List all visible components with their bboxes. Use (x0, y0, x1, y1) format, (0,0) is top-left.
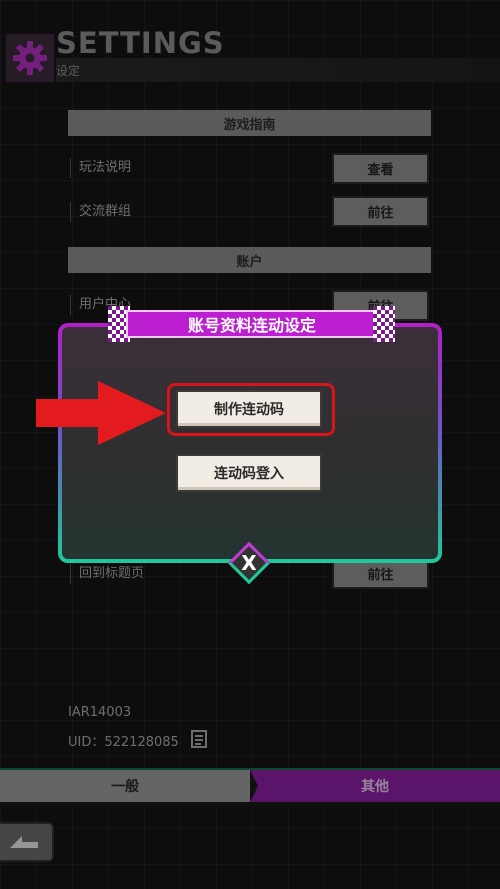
close-icon: X (241, 551, 257, 575)
modal-title-banner: 账号资料连动设定 (108, 306, 395, 342)
account-id-text: IAR14003 (68, 705, 132, 720)
uid-text: UID：522128085 (68, 735, 179, 750)
modal-title: 账号资料连动设定 (126, 310, 378, 338)
copy-icon[interactable] (190, 729, 208, 749)
section-header-account: 账户 (68, 247, 431, 273)
gear-icon (13, 41, 47, 75)
header-bar (50, 58, 500, 82)
highlight-outline (167, 383, 335, 436)
back-icon (10, 836, 38, 848)
close-modal-button[interactable]: X (227, 541, 271, 585)
tab-other[interactable]: 其他 (250, 770, 500, 802)
tab-general[interactable]: 一般 (0, 770, 250, 802)
view-howtoplay-button[interactable]: 查看 (332, 153, 429, 184)
row-label-return-title: 回到标题页 (70, 564, 144, 584)
section-header-guide: 游戏指南 (68, 110, 431, 136)
checker-decoration-right (373, 306, 395, 342)
goto-community-button[interactable]: 前往 (332, 196, 429, 227)
page-title: SETTINGS (56, 26, 225, 60)
settings-gear-icon (4, 32, 56, 84)
row-label-howtoplay: 玩法说明 (70, 158, 131, 178)
row-label-community: 交流群组 (70, 202, 131, 222)
back-button[interactable] (0, 822, 54, 862)
arrow-pointer-icon (36, 381, 166, 445)
page-subtitle: 设定 (56, 64, 81, 78)
link-code-login-button[interactable]: 连动码登入 (176, 454, 322, 492)
